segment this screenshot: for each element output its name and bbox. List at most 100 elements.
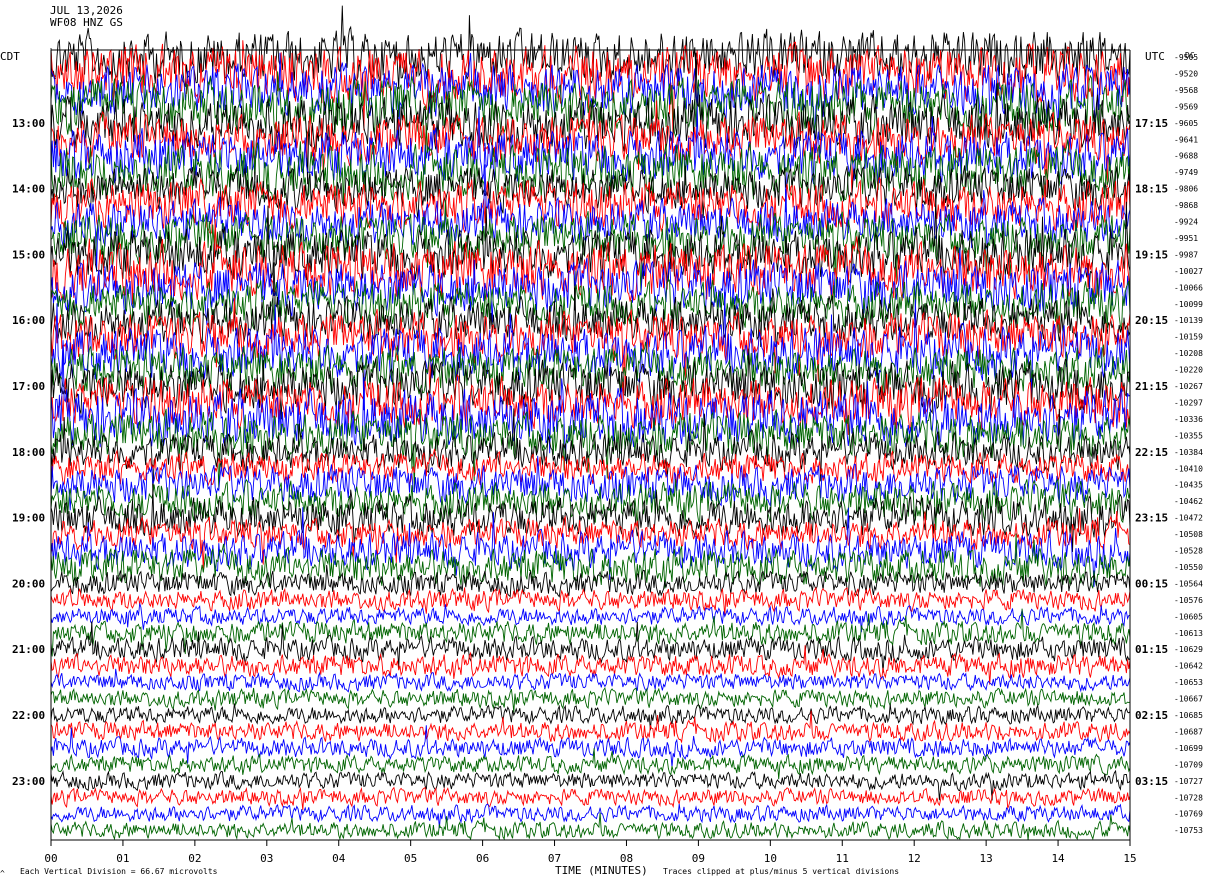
x-tick-label: 04 [332, 852, 346, 865]
left-hour-label: 21:00 [12, 643, 45, 656]
left-hour-label: 22:00 [12, 709, 45, 722]
right-hour-label: 01:15 [1135, 643, 1168, 656]
dc-offset-label: -9868 [1174, 201, 1198, 210]
dc-offset-label: -10642 [1174, 662, 1203, 671]
x-tick-label: 00 [44, 852, 57, 865]
trace-row [50, 748, 1131, 780]
left-hour-label: 20:00 [12, 577, 45, 590]
dc-offset-label: -10769 [1174, 810, 1203, 819]
left-timezone-label: CDT [0, 50, 20, 63]
right-hour-label: 20:15 [1135, 314, 1168, 327]
dc-label: DC [1185, 51, 1195, 60]
dc-offset-label: -10576 [1174, 596, 1203, 605]
left-hour-label: 15:00 [12, 248, 45, 261]
dc-offset-label: -10462 [1174, 497, 1203, 506]
dc-offset-label: -9688 [1174, 152, 1198, 161]
dc-offset-label: -10605 [1174, 612, 1203, 621]
dc-offset-label: -10384 [1174, 448, 1203, 457]
trace-row [50, 603, 1131, 633]
trace-row [50, 686, 1131, 713]
x-tick-label: 13 [980, 852, 993, 865]
dc-offset-label: -10139 [1174, 316, 1203, 325]
x-tick-label: 03 [260, 852, 273, 865]
right-hour-label: 03:15 [1135, 775, 1168, 788]
dc-offset-label: -10336 [1174, 415, 1203, 424]
dc-offset-label: -10220 [1174, 366, 1203, 375]
dc-offset-label: -10550 [1174, 563, 1203, 572]
right-hour-label: 17:15 [1135, 117, 1168, 130]
x-tick-label: 09 [692, 852, 705, 865]
footer-division-note: Each Vertical Division = 66.67 microvolt… [20, 867, 218, 876]
left-hour-label: 14:00 [12, 183, 45, 196]
right-hour-label: 23:15 [1135, 512, 1168, 525]
left-hour-label: 18:00 [12, 446, 45, 459]
dc-offset-label: -9520 [1174, 69, 1198, 78]
dc-offset-label: -9987 [1174, 250, 1198, 259]
dc-offset-label: -10728 [1174, 793, 1203, 802]
dc-offset-label: -10297 [1174, 398, 1203, 407]
dc-offset-label: -10685 [1174, 711, 1203, 720]
x-tick-label: 15 [1123, 852, 1136, 865]
dc-offset-label: -10066 [1174, 283, 1203, 292]
x-tick-label: 11 [836, 852, 849, 865]
dc-offset-label: -10159 [1174, 333, 1203, 342]
trace-row [50, 812, 1131, 841]
right-timezone-label: UTC [1145, 50, 1165, 63]
dc-offset-label: -10027 [1174, 267, 1203, 276]
dc-offset-label: -10355 [1174, 431, 1203, 440]
x-tick-label: 10 [764, 852, 777, 865]
right-hour-label: 21:15 [1135, 380, 1168, 393]
dc-offset-label: -10472 [1174, 514, 1203, 523]
trace-group [50, 5, 1131, 841]
left-hour-label: 16:00 [12, 314, 45, 327]
dc-offset-label: -9641 [1174, 135, 1198, 144]
dc-offset-label: -9568 [1174, 86, 1198, 95]
dc-offset-label: -10653 [1174, 678, 1203, 687]
right-hour-label: 00:15 [1135, 577, 1168, 590]
dc-offset-label: -10435 [1174, 481, 1203, 490]
dc-offset-label: -10687 [1174, 727, 1203, 736]
dc-offset-label: -9806 [1174, 185, 1198, 194]
left-hour-label: 19:00 [12, 512, 45, 525]
x-axis-ticks: 00 01 02 03 04 05 06 07 08 09 10 11 12 13 14 15 [44, 840, 1137, 865]
x-tick-label: 02 [188, 852, 201, 865]
dc-offset-label: -10629 [1174, 645, 1203, 654]
x-axis-title: TIME (MINUTES) [555, 864, 648, 877]
dc-offset-label: -10564 [1174, 579, 1203, 588]
x-tick-label: 12 [908, 852, 921, 865]
dc-offset-label: -9569 [1174, 102, 1198, 111]
x-tick-label: 05 [404, 852, 417, 865]
dc-offset-label: -10099 [1174, 300, 1203, 309]
dc-offset-label: -9605 [1174, 119, 1198, 128]
dc-offset-label: -9951 [1174, 234, 1198, 243]
trace-row [50, 586, 1131, 616]
footer-left-marker: ^ [0, 869, 5, 878]
right-hour-label: 22:15 [1135, 446, 1168, 459]
right-hour-label: 19:15 [1135, 248, 1168, 261]
trace-row [50, 621, 1131, 673]
left-hour-label: 17:00 [12, 380, 45, 393]
dc-offset-label: -10267 [1174, 382, 1203, 391]
x-tick-label: 01 [116, 852, 129, 865]
footer-clip-note: Traces clipped at plus/minus 5 vertical … [663, 867, 899, 876]
dc-offset-label: -10410 [1174, 464, 1203, 473]
x-tick-label: 06 [476, 852, 489, 865]
dc-offset-label: -10613 [1174, 629, 1203, 638]
dc-offset-label: -10528 [1174, 547, 1203, 556]
dc-offset-label: -10699 [1174, 744, 1203, 753]
dc-offset-label: -9924 [1174, 218, 1198, 227]
dc-offset-label: -10727 [1174, 777, 1203, 786]
dc-offset-label: -10508 [1174, 530, 1203, 539]
right-hour-label: 02:15 [1135, 709, 1168, 722]
trace-row [50, 564, 1131, 598]
trace-row [50, 803, 1131, 829]
dc-offset-label: -9749 [1174, 168, 1198, 177]
helicorder-chart: 00 01 02 03 04 05 06 07 08 09 10 11 12 13 14 15 13:0014… [0, 5, 1203, 878]
dc-offset-label: -10753 [1174, 826, 1203, 835]
left-hour-label: 13:00 [12, 117, 45, 130]
dc-offset-label: -10709 [1174, 760, 1203, 769]
right-hour-label: 18:15 [1135, 183, 1168, 196]
left-hour-label: 23:00 [12, 775, 45, 788]
x-tick-label: 14 [1051, 852, 1065, 865]
dc-offset-label: -10667 [1174, 695, 1203, 704]
